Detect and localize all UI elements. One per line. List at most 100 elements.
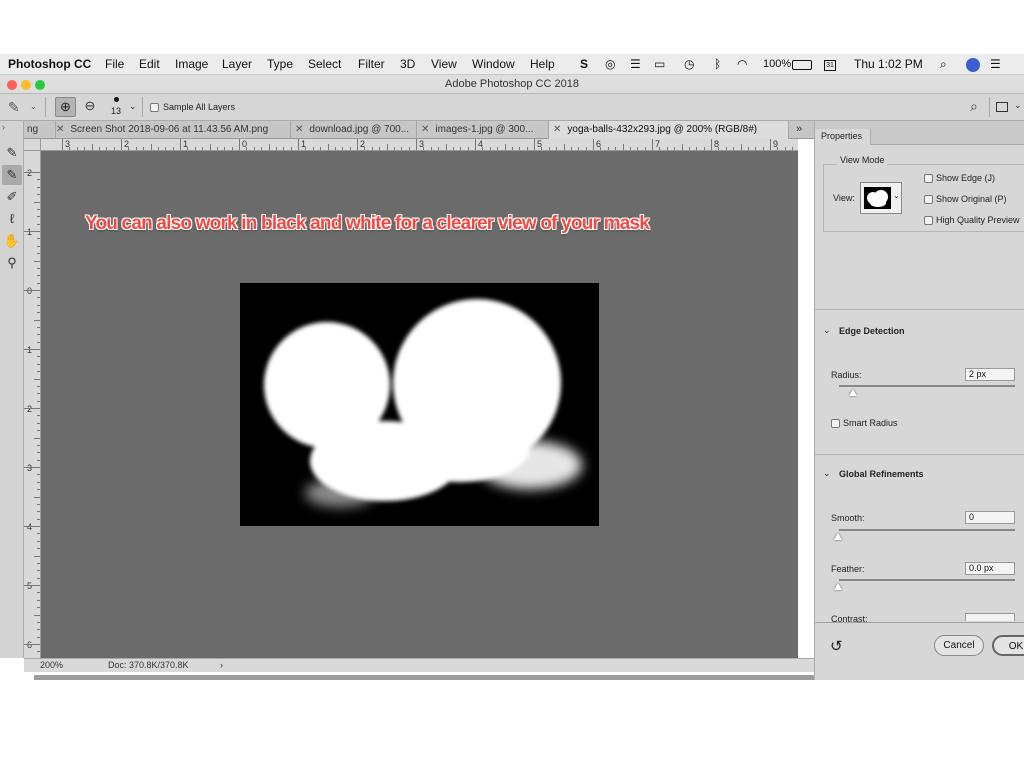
status-menu-arrow-icon[interactable]: ›	[220, 660, 223, 670]
properties-tab[interactable]: Properties	[815, 129, 871, 145]
menu-help[interactable]: Help	[530, 57, 555, 71]
lasso-tool-icon[interactable]: ℓ	[2, 209, 22, 229]
menu-clock[interactable]: Thu 1:02 PM	[854, 57, 923, 71]
menu-file[interactable]: File	[105, 57, 124, 71]
global-refinements-chevron-icon[interactable]: ⌄	[823, 468, 831, 479]
siri-icon[interactable]	[966, 58, 980, 72]
wifi-icon[interactable]: ◠	[737, 57, 747, 71]
ruler-tick	[430, 147, 432, 150]
ruler-tick	[84, 147, 86, 150]
mask-preview-image[interactable]	[240, 283, 599, 526]
view-mode-dropdown[interactable]: ⌄	[860, 182, 902, 214]
refine-edge-brush-tool-icon[interactable]: ✎	[2, 165, 22, 185]
ruler-tick	[37, 327, 40, 328]
menu-view[interactable]: View	[431, 57, 457, 71]
time-machine-icon[interactable]: ◷	[684, 57, 694, 71]
ruler-tick	[482, 147, 484, 150]
bluetooth-icon[interactable]: ᛒ	[714, 57, 721, 71]
menu-window[interactable]: Window	[472, 57, 515, 71]
tab-close-icon[interactable]: ✕	[553, 124, 561, 135]
menu-layer[interactable]: Layer	[222, 57, 252, 71]
menu-filter[interactable]: Filter	[358, 57, 385, 71]
tab-overflow-icon[interactable]: »	[796, 123, 802, 135]
edge-detection-chevron-icon[interactable]: ⌄	[823, 325, 831, 336]
smooth-slider-track[interactable]	[839, 529, 1015, 531]
document-tab-active[interactable]: ✕ yoga-balls-432x293.jpg @ 200% (RGB/8#)	[549, 121, 789, 139]
feather-input[interactable]: 0.0 px	[965, 562, 1015, 575]
calendar-icon[interactable]: 31	[824, 60, 836, 71]
smooth-slider-thumb[interactable]	[834, 533, 842, 540]
tab-close-icon[interactable]: ✕	[295, 124, 303, 135]
ruler-tick	[276, 147, 277, 150]
tool-preset-chevron-icon[interactable]: ⌄	[30, 102, 37, 111]
contrast-input[interactable]	[965, 613, 1015, 621]
show-original-checkbox[interactable]	[924, 195, 933, 204]
ruler-tick	[755, 147, 757, 150]
ruler-tick	[268, 144, 270, 150]
status-s-icon[interactable]: S	[580, 57, 588, 71]
ruler-tick	[37, 371, 40, 373]
ruler-label: 4	[27, 522, 33, 532]
feather-label: Feather:	[831, 564, 865, 574]
quick-selection-tool-icon[interactable]: ✎	[2, 143, 22, 163]
radius-slider-track[interactable]	[839, 385, 1015, 387]
ruler-tick	[24, 408, 40, 409]
battery-percent: 100%	[763, 58, 792, 70]
zoom-tool-icon[interactable]: ⚲	[2, 253, 22, 273]
document-tab[interactable]: ✕ Screen Shot 2018-09-06 at 11.43.56 AM.p…	[56, 121, 291, 139]
horizontal-ruler[interactable]: 3 2 1 0 1 2 3 4 5 6 7 8 9	[41, 139, 798, 151]
menu-select[interactable]: Select	[308, 57, 341, 71]
edge-detection-heading[interactable]: Edge Detection	[839, 326, 905, 336]
airplay-icon[interactable]: ▭	[654, 57, 665, 71]
ok-button[interactable]: OK	[992, 635, 1024, 656]
smart-radius-checkbox[interactable]	[831, 419, 840, 428]
global-refinements-heading[interactable]: Global Refinements	[839, 469, 924, 479]
show-edge-checkbox[interactable]	[924, 174, 933, 183]
workspace-icon[interactable]	[996, 102, 1008, 112]
document-canvas[interactable]: You can also work in black and white for…	[41, 151, 798, 658]
search-icon[interactable]: ⌕	[970, 98, 978, 115]
view-label: View:	[833, 193, 855, 203]
radius-slider-thumb[interactable]	[849, 389, 858, 396]
menu-image[interactable]: Image	[175, 57, 208, 71]
brush-tool-icon[interactable]: ✐	[2, 187, 22, 207]
creative-cloud-icon[interactable]: ◎	[605, 57, 615, 71]
stack-icon[interactable]: ☰	[630, 57, 641, 71]
notification-center-icon[interactable]: ☰	[990, 57, 1001, 71]
feather-slider-track[interactable]	[839, 579, 1015, 581]
high-quality-preview-checkbox[interactable]	[924, 216, 933, 225]
ruler-tick	[512, 147, 513, 150]
ruler-origin[interactable]	[24, 139, 41, 151]
reset-icon[interactable]: ↺	[830, 637, 843, 655]
spotlight-search-icon[interactable]: ⌕	[940, 57, 947, 72]
refine-brush-preset-icon[interactable]: ✎	[8, 99, 20, 116]
brush-size-value[interactable]: 13	[111, 106, 121, 116]
menu-app-name[interactable]: Photoshop CC	[8, 57, 91, 71]
ruler-tick	[37, 194, 40, 196]
document-tab[interactable]: ng	[24, 121, 56, 139]
document-tab[interactable]: ✕ images-1.jpg @ 300...	[417, 121, 549, 139]
sample-all-layers-checkbox[interactable]	[150, 103, 159, 112]
zoom-level[interactable]: 200%	[40, 660, 63, 670]
document-tab[interactable]: ✕ download.jpg @ 700...	[291, 121, 417, 139]
subtract-from-selection-icon[interactable]: ⊖	[81, 97, 99, 117]
ruler-tick	[630, 147, 631, 150]
brush-size-chevron-icon[interactable]: ⌄	[129, 101, 137, 112]
cancel-button[interactable]: Cancel	[934, 635, 984, 656]
battery-icon[interactable]	[792, 60, 812, 70]
vertical-ruler[interactable]: 2 1 0 1 2 3 4 5 6	[24, 151, 41, 658]
hand-tool-icon[interactable]: ✋	[2, 231, 22, 251]
tab-close-icon[interactable]: ✕	[421, 124, 429, 135]
ruler-tick	[394, 147, 395, 150]
tab-close-icon[interactable]: ✕	[56, 124, 64, 135]
feather-slider-thumb[interactable]	[834, 583, 842, 590]
menu-3d[interactable]: 3D	[400, 57, 415, 71]
workspace-chevron-icon[interactable]: ⌄	[1014, 100, 1022, 111]
add-to-selection-icon[interactable]: ⊕	[55, 97, 76, 117]
brush-tip-icon[interactable]	[114, 97, 119, 102]
menu-edit[interactable]: Edit	[139, 57, 160, 71]
toolbox-collapse-icon[interactable]: ›	[2, 122, 5, 132]
smooth-input[interactable]: 0	[965, 511, 1015, 524]
radius-input[interactable]: 2 px	[965, 368, 1015, 381]
menu-type[interactable]: Type	[267, 57, 293, 71]
